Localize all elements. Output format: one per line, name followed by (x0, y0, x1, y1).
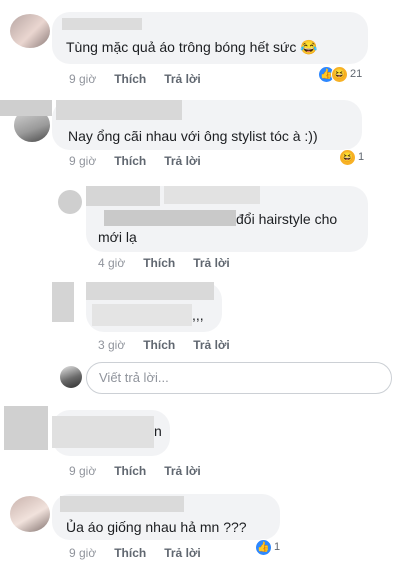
reply-button[interactable]: Trả lời (164, 464, 201, 478)
comment-text: ,,, (192, 307, 204, 323)
blurred-avatar (52, 282, 74, 322)
like-button[interactable]: Thích (114, 72, 146, 86)
comment-text: Ủa áo giống nhau hả mn ??? (66, 519, 247, 535)
timestamp[interactable]: 3 giờ (98, 338, 125, 352)
comment-bubble: Nay ổng cãi nhau với ông stylist tóc à :… (52, 100, 362, 150)
reply-button[interactable]: Trả lời (193, 338, 230, 352)
haha-icon: 😆 (331, 65, 348, 83)
blurred-name (60, 496, 184, 512)
blurred-name (0, 100, 52, 116)
haha-emoji: 😂 (300, 39, 318, 55)
reaction-summary[interactable]: 👍 1 (255, 538, 280, 556)
comment-actions: 3 giờ Thích Trả lời (98, 338, 248, 352)
reply-input[interactable]: Viết trả lời... (86, 362, 392, 394)
reaction-summary[interactable]: 😆 1 (339, 148, 364, 166)
reaction-count: 21 (350, 68, 363, 80)
reaction-summary[interactable]: 👍 😆 21 (318, 65, 362, 83)
comment-actions: 4 giờ Thích Trả lời (98, 256, 248, 270)
avatar[interactable] (58, 190, 82, 214)
comment-text-line1: đổi hairstyle cho (236, 211, 338, 227)
current-user-avatar (60, 366, 82, 388)
haha-icon: 😆 (339, 148, 356, 166)
comment-actions: 9 giờ Thích Trả lời (69, 546, 219, 560)
comment-text-line2: mới lạ (98, 229, 137, 245)
like-button[interactable]: Thích (114, 546, 146, 560)
blurred-name (86, 186, 160, 206)
like-button[interactable]: Thích (143, 338, 175, 352)
reply-button[interactable]: Trả lời (164, 546, 201, 560)
blurred-name (86, 282, 214, 300)
reaction-count: 1 (274, 541, 281, 553)
comment-text: n (154, 423, 162, 439)
reaction-count: 1 (358, 151, 365, 163)
timestamp[interactable]: 9 giờ (69, 72, 96, 86)
comment-bubble: n (52, 410, 170, 456)
comment-bubble: đổi hairstyle cho mới lạ (86, 186, 368, 252)
comment-text: Tùng mặc quả áo trông bóng hết sức (66, 39, 297, 55)
timestamp[interactable]: 9 giờ (69, 154, 96, 168)
avatar[interactable] (10, 496, 50, 532)
timestamp[interactable]: 9 giờ (69, 464, 96, 478)
comment-bubble: Tùng mặc quả áo trông bóng hết sức 😂 (52, 12, 368, 64)
like-button[interactable]: Thích (114, 464, 146, 478)
blurred-name (164, 186, 260, 204)
blurred-text (104, 210, 236, 226)
like-icon: 👍 (255, 538, 272, 556)
timestamp[interactable]: 9 giờ (69, 546, 96, 560)
blurred-text (92, 304, 192, 326)
timestamp[interactable]: 4 giờ (98, 256, 125, 270)
comment-bubble: Ủa áo giống nhau hả mn ??? (52, 494, 280, 540)
blurred-text (52, 416, 154, 448)
reply-button[interactable]: Trả lời (164, 154, 201, 168)
reply-button[interactable]: Trả lời (193, 256, 230, 270)
comment-actions: 9 giờ Thích Trả lời (69, 154, 219, 168)
blurred-name (62, 18, 142, 30)
blurred-name (56, 100, 182, 120)
comment-actions: 9 giờ Thích Trả lời (69, 72, 219, 86)
reply-placeholder: Viết trả lời... (99, 370, 169, 385)
reply-button[interactable]: Trả lời (164, 72, 201, 86)
comment-actions: 9 giờ Thích Trả lời (69, 464, 219, 478)
comment-text: Nay ổng cãi nhau với ông stylist tóc à :… (68, 128, 318, 144)
avatar[interactable] (10, 14, 50, 48)
like-button[interactable]: Thích (114, 154, 146, 168)
like-button[interactable]: Thích (143, 256, 175, 270)
comment-bubble: ,,, (86, 282, 222, 332)
blurred-avatar (4, 406, 48, 450)
